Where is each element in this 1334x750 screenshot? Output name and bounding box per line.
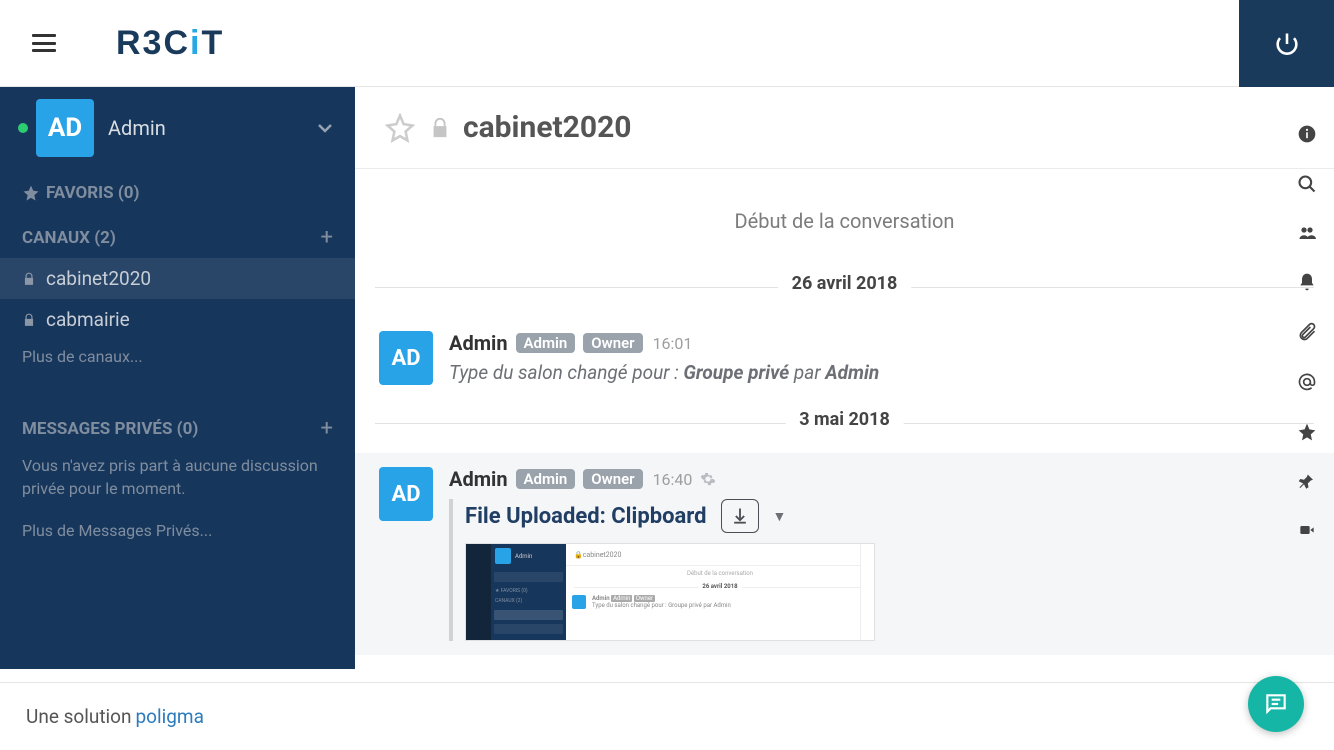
dm-empty-text: Vous n'avez pris part à aucune discussio… — [0, 449, 355, 506]
chevron-down-icon — [313, 116, 337, 140]
bell-icon[interactable] — [1297, 272, 1317, 292]
message-time: 16:40 — [653, 470, 693, 489]
message-text: Type du salon changé pour : Groupe privé… — [449, 361, 1310, 384]
caret-down-icon[interactable]: ▼ — [773, 508, 787, 525]
app-logo: R3CiT — [116, 24, 224, 63]
channel-label: cabinet2020 — [46, 267, 151, 290]
date-label: 26 avril 2018 — [778, 271, 912, 296]
role-tag-admin: Admin — [516, 469, 576, 489]
message-item: AD Admin Admin Owner 16:01 Type du salon… — [355, 317, 1334, 399]
more-channels-link[interactable]: Plus de canaux... — [0, 340, 355, 374]
sidebar: AD Admin FAVORIS (0) CANAUX (2) + cabine… — [0, 87, 355, 669]
mention-icon[interactable] — [1297, 372, 1317, 392]
gear-icon[interactable] — [700, 471, 716, 487]
members-icon[interactable] — [1296, 224, 1318, 242]
conversation-header: cabinet2020 — [355, 87, 1334, 169]
section-canaux[interactable]: CANAUX (2) + — [0, 211, 355, 258]
search-icon[interactable] — [1297, 174, 1317, 194]
footer-text: Une solution — [26, 705, 132, 728]
pin-icon[interactable] — [1298, 472, 1316, 492]
message-avatar: AD — [379, 331, 433, 385]
date-label: 3 mai 2018 — [785, 407, 904, 432]
more-dm-link[interactable]: Plus de Messages Privés... — [0, 514, 355, 548]
power-icon — [1273, 30, 1301, 58]
menu-hamburger[interactable] — [32, 34, 56, 52]
info-icon[interactable] — [1297, 124, 1317, 144]
date-divider: 3 mai 2018 — [355, 407, 1334, 439]
conversation-title: cabinet2020 — [463, 110, 632, 145]
conversation-panel: cabinet2020 Début de la conversation 26 … — [355, 87, 1334, 669]
role-tag-admin: Admin — [516, 333, 576, 353]
role-tag-owner: Owner — [583, 333, 642, 353]
user-name: Admin — [108, 116, 313, 140]
video-icon[interactable] — [1296, 522, 1318, 538]
message-time: 16:01 — [653, 334, 693, 353]
chat-fab[interactable] — [1248, 676, 1304, 732]
user-avatar: AD — [36, 99, 94, 157]
star-icon — [22, 184, 40, 202]
favorite-toggle[interactable] — [385, 113, 415, 143]
message-avatar: AD — [379, 467, 433, 521]
footer-link[interactable]: poligma — [136, 705, 204, 728]
message-user[interactable]: Admin — [449, 331, 508, 355]
date-divider: 26 avril 2018 — [355, 271, 1334, 303]
right-toolbar — [1280, 100, 1334, 538]
lock-icon — [429, 117, 451, 139]
top-bar: R3CiT — [0, 0, 1334, 87]
section-dm[interactable]: MESSAGES PRIVÉS (0) + — [0, 402, 355, 449]
role-tag-owner: Owner — [583, 469, 642, 489]
download-button[interactable] — [721, 499, 759, 533]
sidebar-user[interactable]: AD Admin — [0, 87, 355, 169]
section-favoris[interactable]: FAVORIS (0) — [0, 169, 355, 211]
channel-cabinet2020[interactable]: cabinet2020 — [0, 258, 355, 299]
power-button[interactable] — [1239, 0, 1334, 87]
attachment-icon[interactable] — [1297, 322, 1317, 342]
status-online-icon — [18, 123, 28, 133]
channel-label: cabmairie — [46, 308, 130, 331]
add-channel-icon[interactable]: + — [321, 225, 333, 250]
lock-icon — [22, 313, 36, 327]
file-title[interactable]: File Uploaded: Clipboard — [465, 504, 707, 529]
footer: Une solution poligma — [0, 682, 1334, 750]
message-user[interactable]: Admin — [449, 467, 508, 491]
conversation-begin: Début de la conversation — [355, 169, 1334, 263]
image-preview[interactable]: R3CiT Admin ★ FAVORIS (0) CANAUX (2) — [465, 543, 875, 641]
star-icon[interactable] — [1297, 422, 1317, 442]
file-attachment: File Uploaded: Clipboard ▼ R3CiT Admin — [449, 499, 1310, 641]
add-dm-icon[interactable]: + — [321, 416, 333, 441]
lock-icon — [22, 272, 36, 286]
message-item: AD Admin Admin Owner 16:40 File Uploaded… — [355, 453, 1334, 655]
channel-cabmairie[interactable]: cabmairie — [0, 299, 355, 340]
